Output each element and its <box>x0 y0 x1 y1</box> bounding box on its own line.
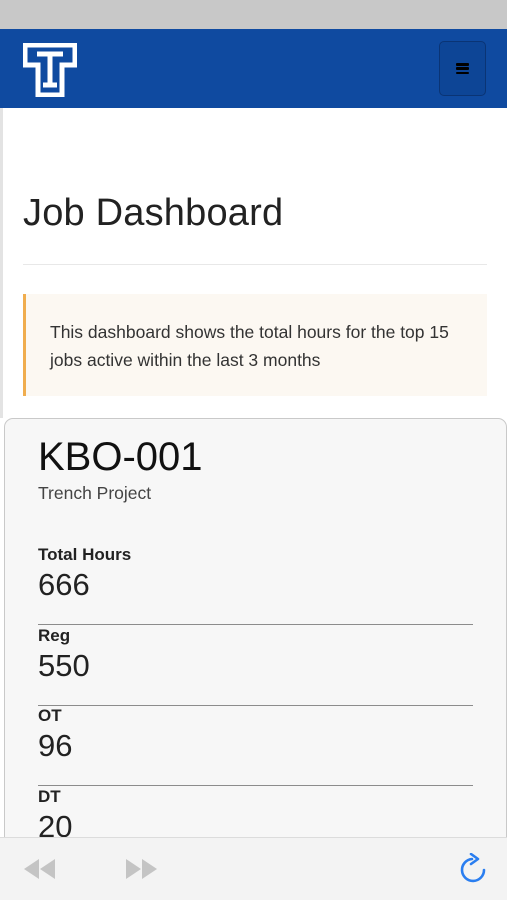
menu-toggle-button[interactable] <box>439 41 486 96</box>
t-logo-icon[interactable] <box>22 42 78 98</box>
forward-arrow-icon <box>126 859 157 879</box>
top-navbar <box>0 29 507 108</box>
content-edge <box>0 108 3 418</box>
stat-value: 666 <box>38 567 90 602</box>
stat-value: 550 <box>38 648 90 683</box>
job-name: Trench Project <box>38 483 152 503</box>
stat-ot: OT 96 <box>38 706 473 786</box>
stat-label: OT <box>38 706 62 725</box>
info-text: This dashboard shows the total hours for… <box>50 322 449 370</box>
hamburger-menu-icon <box>456 63 469 74</box>
stat-reg: Reg 550 <box>38 626 473 706</box>
stat-value: 96 <box>38 728 73 763</box>
title-divider <box>23 264 487 265</box>
page-title: Job Dashboard <box>23 192 284 234</box>
back-button[interactable] <box>23 855 57 883</box>
stat-total-hours: Total Hours 666 <box>38 545 473 625</box>
stat-label: Total Hours <box>38 545 132 564</box>
info-callout: This dashboard shows the total hours for… <box>23 294 487 396</box>
forward-button[interactable] <box>124 855 158 883</box>
stat-label: DT <box>38 787 61 806</box>
stat-label: Reg <box>38 626 71 645</box>
job-code: KBO-001 <box>38 435 203 479</box>
job-card: KBO-001 Trench Project Total Hours 666 R… <box>4 418 507 900</box>
reload-icon <box>460 853 486 883</box>
back-arrow-icon <box>24 859 55 879</box>
browser-toolbar <box>0 837 507 900</box>
status-bar <box>0 0 507 29</box>
reload-button[interactable] <box>456 853 490 883</box>
